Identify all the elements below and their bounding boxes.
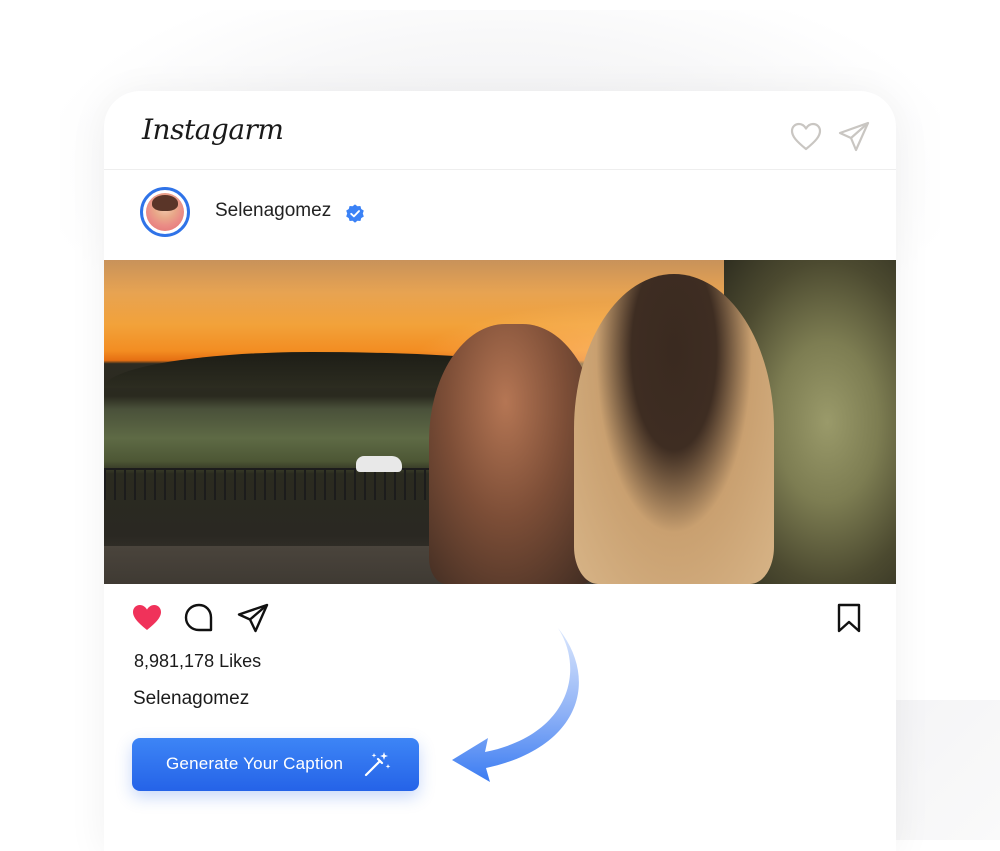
background-glow-corner (880, 700, 1000, 840)
post-author[interactable]: Selenagomez (140, 187, 540, 243)
pointer-arrow-graphic (452, 628, 579, 782)
username[interactable]: Selenagomez (215, 200, 331, 222)
likes-count[interactable]: 8,981,178 Likes (134, 651, 261, 672)
generate-caption-label: Generate Your Caption (166, 754, 344, 773)
app-header: Instagarm (104, 91, 896, 170)
generate-caption-button[interactable]: Generate Your Caption (132, 738, 419, 791)
avatar-photo (146, 193, 184, 231)
share-icon[interactable] (236, 601, 270, 635)
bookmark-icon[interactable] (832, 601, 866, 635)
verified-badge-icon (346, 204, 364, 223)
caption-username[interactable]: Selenagomez (133, 688, 249, 710)
app-logo: Instagarm (142, 113, 284, 146)
heart-outline-icon[interactable] (788, 119, 824, 155)
magic-wand-icon (364, 752, 391, 777)
like-heart-filled-icon[interactable] (130, 601, 164, 635)
avatar[interactable] (140, 187, 190, 237)
send-icon[interactable] (836, 119, 872, 155)
comment-icon[interactable] (182, 601, 216, 635)
post-photo[interactable] (104, 260, 896, 584)
